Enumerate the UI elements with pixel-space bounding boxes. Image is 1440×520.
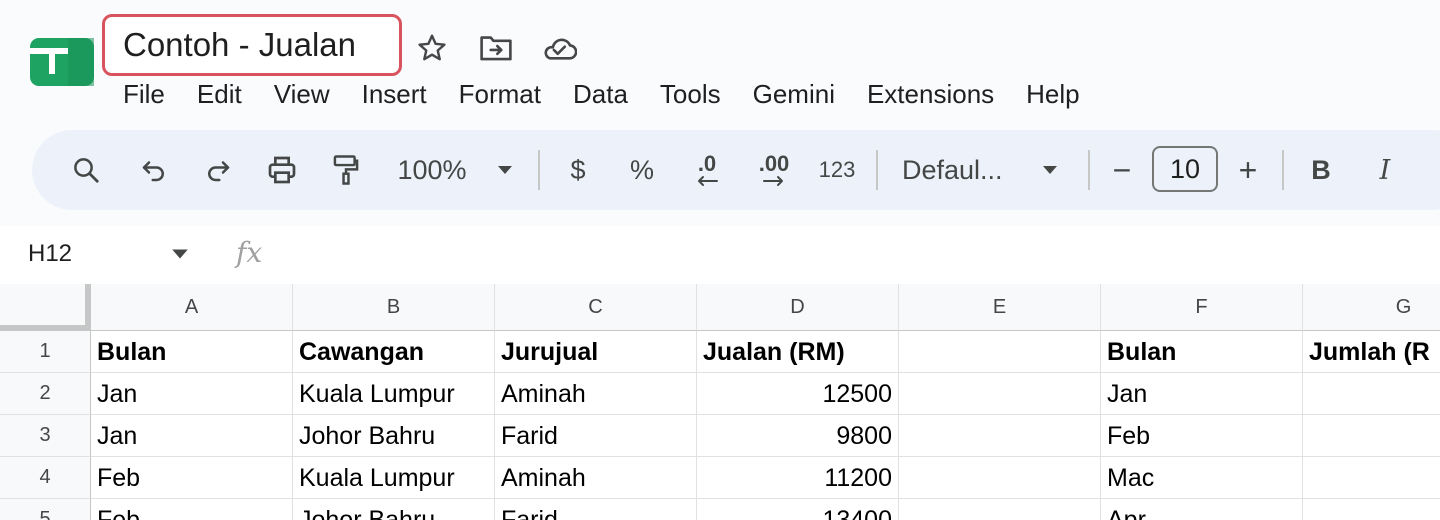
column-header-e[interactable]: E — [899, 284, 1101, 331]
column-header-a[interactable]: A — [91, 284, 293, 331]
column-header-f[interactable]: F — [1101, 284, 1303, 331]
menu-extensions[interactable]: Extensions — [851, 76, 1010, 112]
redo-icon[interactable] — [198, 130, 238, 210]
italic-button[interactable]: I — [1366, 130, 1404, 210]
bold-button[interactable]: B — [1302, 130, 1340, 210]
cell-a5[interactable]: Feb — [91, 499, 293, 520]
font-caret-icon[interactable] — [1035, 130, 1065, 210]
menu-bar: File Edit View Insert Format Data Tools … — [107, 76, 1096, 112]
menu-tools[interactable]: Tools — [644, 76, 737, 112]
cell-e1[interactable] — [899, 331, 1101, 373]
cell-a2[interactable]: Jan — [91, 373, 293, 415]
print-icon[interactable] — [262, 130, 302, 210]
increase-font-size-button[interactable]: + — [1230, 130, 1266, 210]
sheets-logo-icon[interactable] — [30, 38, 94, 86]
menu-format[interactable]: Format — [443, 76, 557, 112]
column-header-b[interactable]: B — [293, 284, 495, 331]
cell-d4[interactable]: 11200 — [697, 457, 899, 499]
zoom-caret-icon[interactable] — [490, 130, 520, 210]
increase-decimal-label: .00 — [758, 151, 790, 176]
menu-help[interactable]: Help — [1010, 76, 1095, 112]
decrease-decimal-button[interactable]: .0 — [682, 130, 732, 210]
menu-insert[interactable]: Insert — [346, 76, 443, 112]
row-header-5[interactable]: 5 — [0, 499, 91, 520]
toolbar-divider — [1282, 150, 1284, 190]
decrease-font-size-button[interactable]: − — [1104, 130, 1140, 210]
currency-format-button[interactable]: $ — [558, 130, 598, 210]
formula-bar: H12 fx — [0, 226, 1440, 285]
select-all-corner[interactable] — [0, 284, 91, 331]
name-box[interactable]: H12 — [28, 240, 72, 268]
cell-d3[interactable]: 9800 — [697, 415, 899, 457]
cell-b2[interactable]: Kuala Lumpur — [293, 373, 495, 415]
spreadsheet-grid: A B C D E F G 1 Bulan Cawangan Jurujual Jual… — [0, 284, 1440, 520]
number-format-button[interactable]: 123 — [812, 130, 862, 210]
cell-g5[interactable]: 2 — [1303, 499, 1440, 520]
cell-c2[interactable]: Aminah — [495, 373, 697, 415]
undo-icon[interactable] — [134, 130, 174, 210]
menu-view[interactable]: View — [258, 76, 346, 112]
font-size-input[interactable]: 10 — [1152, 146, 1218, 192]
zoom-select[interactable]: 100% — [392, 130, 472, 210]
toolbar-divider — [538, 150, 540, 190]
cell-f2[interactable]: Jan — [1101, 373, 1303, 415]
percent-format-button[interactable]: % — [622, 130, 662, 210]
cell-a3[interactable]: Jan — [91, 415, 293, 457]
row-header-4[interactable]: 4 — [0, 457, 91, 499]
cell-d1[interactable]: Jualan (RM) — [697, 331, 899, 373]
font-select[interactable]: Defaul... — [902, 130, 1022, 210]
menu-gemini[interactable]: Gemini — [737, 76, 851, 112]
row-header-1[interactable]: 1 — [0, 331, 91, 373]
menu-file[interactable]: File — [107, 76, 181, 112]
cell-c1[interactable]: Jurujual — [495, 331, 697, 373]
increase-decimal-button[interactable]: .00 — [746, 130, 802, 210]
star-icon[interactable] — [414, 30, 450, 66]
cell-f4[interactable]: Mac — [1101, 457, 1303, 499]
cell-g1[interactable]: Jumlah (R — [1303, 331, 1440, 373]
toolbar: 100% $ % .0 .00 123 Defaul... − 10 + B I — [32, 130, 1440, 210]
name-box-caret-icon[interactable] — [170, 244, 190, 264]
search-icon[interactable] — [66, 130, 106, 210]
cell-c4[interactable]: Aminah — [495, 457, 697, 499]
paint-format-icon[interactable] — [326, 130, 366, 210]
row-header-3[interactable]: 3 — [0, 415, 91, 457]
cell-b4[interactable]: Kuala Lumpur — [293, 457, 495, 499]
cell-b1[interactable]: Cawangan — [293, 331, 495, 373]
cell-a4[interactable]: Feb — [91, 457, 293, 499]
cell-e5[interactable] — [899, 499, 1101, 520]
menu-edit[interactable]: Edit — [181, 76, 258, 112]
fx-icon: fx — [236, 236, 263, 269]
move-to-folder-icon[interactable] — [478, 30, 514, 66]
cell-f1[interactable]: Bulan — [1101, 331, 1303, 373]
column-header-c[interactable]: C — [495, 284, 697, 331]
cell-f3[interactable]: Feb — [1101, 415, 1303, 457]
cell-g4[interactable]: 2 — [1303, 457, 1440, 499]
cell-e4[interactable] — [899, 457, 1101, 499]
cell-b3[interactable]: Johor Bahru — [293, 415, 495, 457]
column-header-g[interactable]: G — [1303, 284, 1440, 331]
arrow-left-icon — [698, 176, 718, 186]
cell-e2[interactable] — [899, 373, 1101, 415]
column-header-d[interactable]: D — [697, 284, 899, 331]
cell-e3[interactable] — [899, 415, 1101, 457]
cell-c5[interactable]: Farid — [495, 499, 697, 520]
cell-a1[interactable]: Bulan — [91, 331, 293, 373]
toolbar-divider — [876, 150, 878, 190]
menu-data[interactable]: Data — [557, 76, 644, 112]
decrease-decimal-label: .0 — [697, 151, 717, 176]
cell-d2[interactable]: 12500 — [697, 373, 899, 415]
cell-b5[interactable]: Johor Bahru — [293, 499, 495, 520]
cell-g3[interactable]: 2 — [1303, 415, 1440, 457]
cell-d5[interactable]: 13400 — [697, 499, 899, 520]
arrow-right-icon — [763, 176, 783, 186]
cell-g2[interactable]: 2 — [1303, 373, 1440, 415]
toolbar-divider — [1088, 150, 1090, 190]
cloud-saved-icon[interactable] — [541, 30, 577, 66]
row-header-2[interactable]: 2 — [0, 373, 91, 415]
cell-f5[interactable]: Apr — [1101, 499, 1303, 520]
document-title[interactable]: Contoh - Jualan — [102, 14, 402, 76]
cell-c3[interactable]: Farid — [495, 415, 697, 457]
